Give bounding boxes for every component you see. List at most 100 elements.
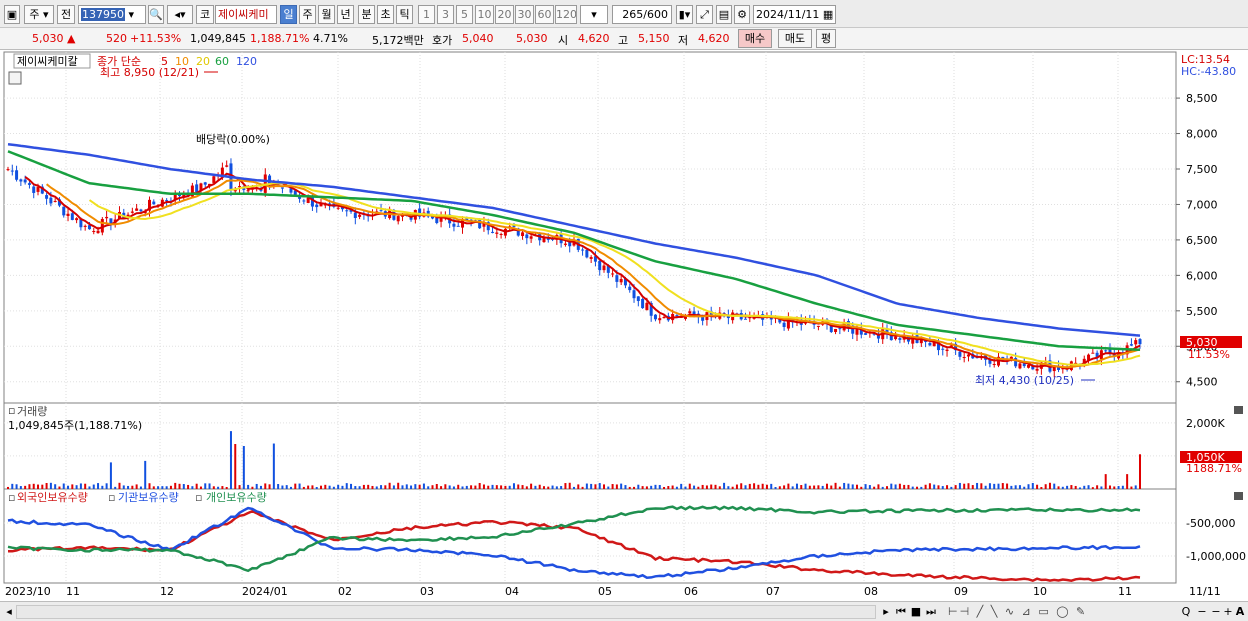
volume-value: 1,049,845 (190, 32, 246, 45)
volume-bar (980, 483, 983, 489)
buy-button[interactable]: 매수 (738, 29, 772, 48)
scroll-right-icon[interactable]: ▸ (880, 604, 892, 619)
volume-bar (714, 484, 717, 489)
zoom-slider-icon[interactable]: − (1210, 604, 1222, 619)
volume-bar (1130, 486, 1133, 489)
volume-bar (229, 431, 232, 489)
volume-bar (470, 485, 473, 489)
candle-type-icon[interactable]: ▮▾ (676, 5, 693, 24)
period-second[interactable]: 초 (377, 5, 394, 24)
first-page-icon[interactable]: ⏮ (894, 604, 908, 619)
volume-bar (410, 485, 413, 489)
last-page-icon[interactable]: ⏭ (924, 604, 938, 619)
volume-bar (946, 485, 949, 489)
volume-bar (7, 486, 9, 489)
gear-icon[interactable]: ⚙ (734, 5, 750, 24)
layout-icon[interactable]: ▣ (4, 5, 20, 24)
speaker-icon[interactable]: ◂▾ (167, 5, 193, 24)
volume-bar (332, 486, 335, 489)
save-icon[interactable]: ▤ (716, 5, 732, 24)
zoom-in-icon[interactable]: + (1222, 604, 1234, 619)
drawing-tools-icon[interactable]: ⊢⊣ ╱ ╲ ∿ ⊿ ▭ ◯ ✎ (948, 604, 1178, 619)
volume-bar (907, 484, 910, 489)
stock-code-input[interactable]: 137950 ▾ (78, 5, 146, 24)
sell-button[interactable]: 매도 (778, 29, 812, 48)
volume-panel-close-icon[interactable] (1234, 406, 1243, 414)
market-button[interactable]: 코 (196, 5, 214, 24)
period-month[interactable]: 월 (318, 5, 335, 24)
volume-bar (911, 486, 914, 489)
volume-bar (371, 485, 374, 489)
candle-body (83, 225, 87, 227)
search-icon[interactable]: 🔍 (148, 5, 164, 24)
interval-20[interactable]: 20 (495, 5, 514, 24)
volume-bar (264, 483, 267, 489)
x-tick-label: 07 (766, 585, 780, 598)
period-minute[interactable]: 분 (358, 5, 375, 24)
zoom-out-icon[interactable]: − (1196, 604, 1208, 619)
volume-bar (427, 486, 430, 489)
scroll-left-icon[interactable]: ◂ (3, 604, 15, 619)
chart-svg[interactable]: 8,5008,0007,5007,0006,5006,0005,5005,000… (0, 50, 1248, 601)
font-size-icon[interactable]: A (1234, 604, 1246, 619)
custom-interval-select[interactable]: ▾ (580, 5, 608, 24)
volume-bar (1104, 474, 1107, 489)
volume-bar (680, 483, 683, 489)
date-field[interactable]: 2024/11/11 ▦ (753, 5, 836, 24)
volume-bar (281, 485, 284, 489)
volume-bar (84, 483, 87, 489)
count-field[interactable]: 265/600 (612, 5, 672, 24)
candle-body (45, 195, 49, 199)
period-day[interactable]: 일 (280, 5, 297, 24)
period-week[interactable]: 주 (299, 5, 316, 24)
volume-bar (620, 483, 623, 489)
volume-bar (997, 483, 1000, 489)
candle-body (628, 286, 632, 291)
indicator-icon[interactable]: ⤢ (696, 5, 713, 24)
interval-5[interactable]: 5 (456, 5, 473, 24)
volume-bar (877, 484, 880, 489)
volume-bar (740, 483, 743, 489)
volume-bar (856, 484, 858, 489)
volume-bar (521, 485, 524, 489)
candle-body (1018, 363, 1022, 369)
interval-120[interactable]: 120 (555, 5, 577, 24)
type-select[interactable]: 주 ▾ (24, 5, 54, 24)
volume-bar (821, 485, 824, 489)
holding-panel-close-icon[interactable] (1234, 492, 1243, 500)
volume-bar (307, 485, 310, 489)
interval-3[interactable]: 3 (437, 5, 454, 24)
candle-body (619, 279, 623, 283)
volume-bar (401, 485, 404, 489)
candle-body (898, 338, 902, 340)
volume-bar (1091, 487, 1094, 489)
horizontal-scrollbar[interactable] (16, 605, 876, 619)
avg-button[interactable]: 평 (816, 29, 836, 48)
volume-bar (615, 484, 618, 489)
candle-body (658, 318, 662, 321)
stop-icon[interactable]: ■ (910, 604, 922, 619)
volume-bar (641, 486, 644, 489)
panel-settings-icon[interactable] (8, 71, 22, 85)
interval-10[interactable]: 10 (475, 5, 494, 24)
volume-bar (465, 485, 468, 489)
volume-bar (474, 485, 477, 489)
prev-button[interactable]: 전 (57, 5, 75, 24)
volume-bar (971, 485, 974, 489)
candle-body (598, 260, 602, 271)
zoom-reset-icon[interactable]: Q (1180, 604, 1192, 619)
calendar-icon[interactable]: ▦ (823, 8, 833, 21)
candle-body (1129, 344, 1133, 346)
volume-bar (1010, 485, 1013, 489)
candle-body (521, 232, 525, 237)
volume-bar (444, 484, 447, 489)
period-year[interactable]: 년 (337, 5, 354, 24)
ask-label: 호가 (432, 34, 453, 47)
volume-bar (482, 484, 485, 489)
interval-60[interactable]: 60 (535, 5, 554, 24)
candle-body (302, 200, 306, 202)
period-tick[interactable]: 틱 (396, 5, 413, 24)
interval-30[interactable]: 30 (515, 5, 534, 24)
interval-1[interactable]: 1 (418, 5, 435, 24)
chart-area[interactable]: 8,5008,0007,5007,0006,5006,0005,5005,000… (0, 50, 1248, 601)
